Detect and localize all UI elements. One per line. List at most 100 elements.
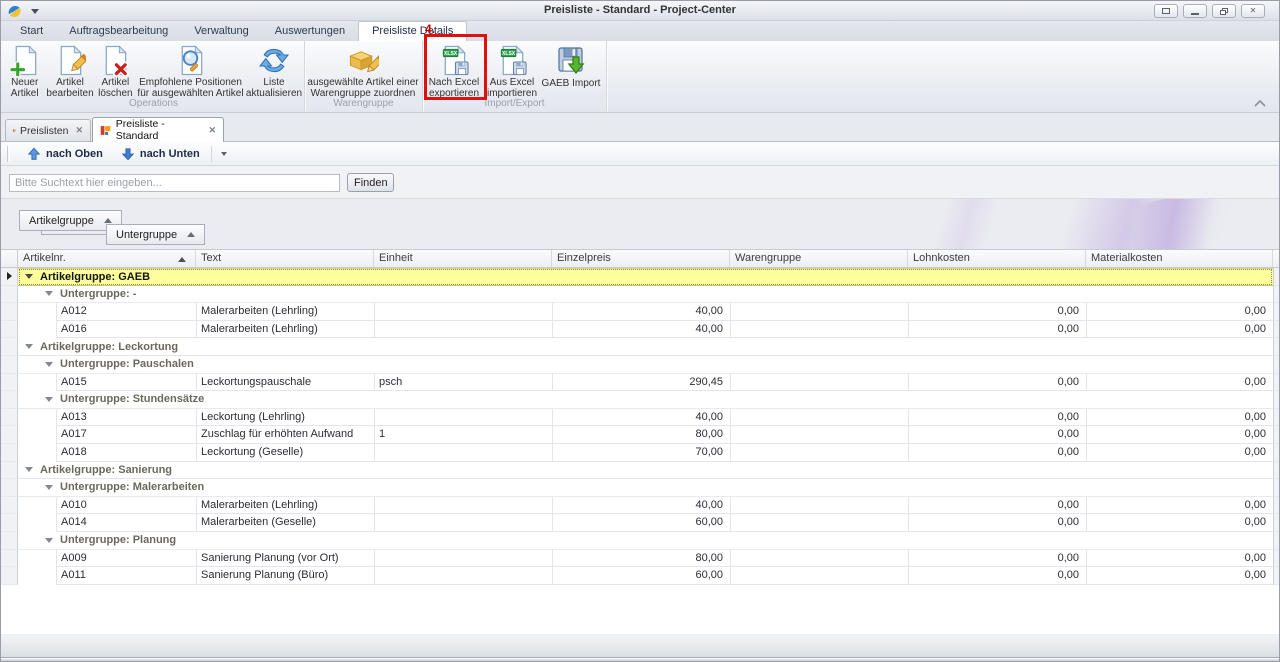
group-row[interactable]: Artikelgruppe: Sanierung — [1, 462, 1280, 480]
table-row[interactable]: A017Zuschlag für erhöhten Aufwand180,000… — [1, 426, 1280, 444]
cell-artikelnr[interactable]: A011 — [56, 567, 196, 585]
cell-materialkosten[interactable]: 0,00 — [1086, 409, 1273, 427]
excel-import-button[interactable]: XLSX Aus Excel importieren — [485, 43, 539, 99]
new-article-button[interactable]: Neuer Artikel — [5, 43, 44, 99]
ribbon-tab-preisliste-details[interactable]: Preisliste Details — [358, 21, 467, 41]
edit-article-button[interactable]: Artikel bearbeiten — [46, 43, 93, 99]
column-header-artikelnr[interactable]: Artikelnr. — [18, 250, 196, 267]
table-row[interactable]: A009Sanierung Planung (vor Ort)80,000,00… — [1, 550, 1280, 568]
column-header-text[interactable]: Text — [196, 250, 374, 267]
ribbon-tab-auswertungen[interactable]: Auswertungen — [262, 22, 358, 41]
ribbon-tab-start[interactable]: Start — [7, 22, 56, 41]
cell-warengruppe[interactable] — [730, 303, 908, 321]
cell-warengruppe[interactable] — [730, 567, 908, 585]
close-button[interactable]: ✕ — [1241, 4, 1265, 18]
cell-lohnkosten[interactable]: 0,00 — [908, 550, 1086, 568]
table-row[interactable]: A012Malerarbeiten (Lehrling)40,000,000,0… — [1, 303, 1280, 321]
cell-materialkosten[interactable]: 0,00 — [1086, 550, 1273, 568]
move-down-button[interactable]: nach Unten — [112, 144, 209, 164]
cell-text[interactable]: Zuschlag für erhöhten Aufwand — [196, 426, 374, 444]
cell-artikelnr[interactable]: A017 — [56, 426, 196, 444]
group-row[interactable]: Artikelgruppe: Leckortung — [1, 338, 1280, 356]
collapse-ribbon-button[interactable] — [1253, 98, 1267, 108]
column-header-einzelpreis[interactable]: Einzelpreis — [552, 250, 730, 267]
collapse-icon[interactable] — [45, 362, 53, 367]
toolbar-options-button[interactable] — [216, 144, 232, 163]
cell-text[interactable]: Malerarbeiten (Lehrling) — [196, 497, 374, 515]
cell-text[interactable]: Leckortung (Lehrling) — [196, 409, 374, 427]
fit-window-button[interactable] — [1154, 4, 1178, 18]
cell-artikelnr[interactable]: A016 — [56, 321, 196, 339]
table-row[interactable]: A018Leckortung (Geselle)70,000,000,00 — [1, 444, 1280, 462]
excel-export-button[interactable]: XLSX Nach Excel exportieren — [425, 43, 483, 99]
cell-lohnkosten[interactable]: 0,00 — [908, 514, 1086, 532]
collapse-icon[interactable] — [45, 538, 53, 543]
cell-lohnkosten[interactable]: 0,00 — [908, 444, 1086, 462]
cell-lohnkosten[interactable]: 0,00 — [908, 567, 1086, 585]
cell-einheit[interactable] — [374, 409, 552, 427]
document-tab-preisliste-standard[interactable]: Preisliste - Standard✕ — [92, 117, 224, 142]
cell-text[interactable]: Malerarbeiten (Geselle) — [196, 514, 374, 532]
cell-warengruppe[interactable] — [730, 550, 908, 568]
close-tab-icon[interactable]: ✕ — [208, 125, 216, 136]
cell-lohnkosten[interactable]: 0,00 — [908, 303, 1086, 321]
cell-warengruppe[interactable] — [730, 409, 908, 427]
subgroup-row[interactable]: Untergruppe: Malerarbeiten — [1, 479, 1280, 497]
cell-materialkosten[interactable]: 0,00 — [1086, 497, 1273, 515]
cell-einheit[interactable] — [374, 567, 552, 585]
cell-einzelpreis[interactable]: 80,00 — [552, 426, 730, 444]
assign-warengruppe-button[interactable]: ausgewählte Artikel einer Warengruppe zu… — [307, 43, 419, 99]
ribbon-tab-verwaltung[interactable]: Verwaltung — [181, 22, 261, 41]
cell-lohnkosten[interactable]: 0,00 — [908, 374, 1086, 392]
cell-warengruppe[interactable] — [730, 321, 908, 339]
cell-einheit[interactable] — [374, 550, 552, 568]
collapse-icon[interactable] — [25, 467, 33, 472]
cell-warengruppe[interactable] — [730, 444, 908, 462]
find-button[interactable]: Finden — [347, 173, 394, 192]
table-row[interactable]: A015Leckortungspauschalepsch290,450,000,… — [1, 374, 1280, 392]
refresh-list-button[interactable]: Liste aktualisieren — [246, 43, 302, 99]
cell-materialkosten[interactable]: 0,00 — [1086, 321, 1273, 339]
cell-artikelnr[interactable]: A015 — [56, 374, 196, 392]
subgroup-row[interactable]: Untergruppe: - — [1, 286, 1280, 304]
cell-warengruppe[interactable] — [730, 426, 908, 444]
subgroup-row[interactable]: Untergruppe: Stundensätze — [1, 391, 1280, 409]
document-tab-preislisten[interactable]: Preislisten✕ — [5, 119, 91, 141]
move-up-button[interactable]: nach Oben — [18, 144, 112, 164]
cell-einzelpreis[interactable]: 40,00 — [552, 321, 730, 339]
close-tab-icon[interactable]: ✕ — [75, 125, 83, 136]
cell-materialkosten[interactable]: 0,00 — [1086, 514, 1273, 532]
subgroup-row[interactable]: Untergruppe: Planung — [1, 532, 1280, 550]
collapse-icon[interactable] — [25, 344, 33, 349]
group-by-untergruppe[interactable]: Untergruppe — [106, 224, 205, 245]
column-header-lohnkosten[interactable]: Lohnkosten — [908, 250, 1086, 267]
cell-materialkosten[interactable]: 0,00 — [1086, 567, 1273, 585]
table-row[interactable]: A016Malerarbeiten (Lehrling)40,000,000,0… — [1, 321, 1280, 339]
collapse-icon[interactable] — [45, 397, 53, 402]
cell-einheit[interactable]: 1 — [374, 426, 552, 444]
column-header-warengruppe[interactable]: Warengruppe — [730, 250, 908, 267]
cell-text[interactable]: Leckortungspauschale — [196, 374, 374, 392]
collapse-icon[interactable] — [45, 485, 53, 490]
cell-text[interactable]: Sanierung Planung (vor Ort) — [196, 550, 374, 568]
cell-materialkosten[interactable]: 0,00 — [1086, 444, 1273, 462]
column-header-materialkosten[interactable]: Materialkosten — [1086, 250, 1273, 267]
table-row[interactable]: A011Sanierung Planung (Büro)60,000,000,0… — [1, 567, 1280, 585]
table-row[interactable]: A010Malerarbeiten (Lehrling)40,000,000,0… — [1, 497, 1280, 515]
table-row[interactable]: A013Leckortung (Lehrling)40,000,000,00 — [1, 409, 1280, 427]
cell-lohnkosten[interactable]: 0,00 — [908, 321, 1086, 339]
cell-einzelpreis[interactable]: 40,00 — [552, 303, 730, 321]
minimize-button[interactable] — [1183, 4, 1207, 18]
collapse-icon[interactable] — [45, 291, 53, 296]
cell-lohnkosten[interactable]: 0,00 — [908, 497, 1086, 515]
toolbar-grip[interactable] — [7, 146, 10, 162]
cell-text[interactable]: Sanierung Planung (Büro) — [196, 567, 374, 585]
cell-warengruppe[interactable] — [730, 374, 908, 392]
recommended-positions-button[interactable]: Empfohlene Positionen für ausgewählten A… — [137, 43, 244, 99]
group-row[interactable]: Artikelgruppe: GAEB — [1, 268, 1280, 286]
cell-text[interactable]: Leckortung (Geselle) — [196, 444, 374, 462]
cell-artikelnr[interactable]: A010 — [56, 497, 196, 515]
cell-warengruppe[interactable] — [730, 514, 908, 532]
cell-einzelpreis[interactable]: 60,00 — [552, 514, 730, 532]
collapse-icon[interactable] — [25, 274, 33, 279]
